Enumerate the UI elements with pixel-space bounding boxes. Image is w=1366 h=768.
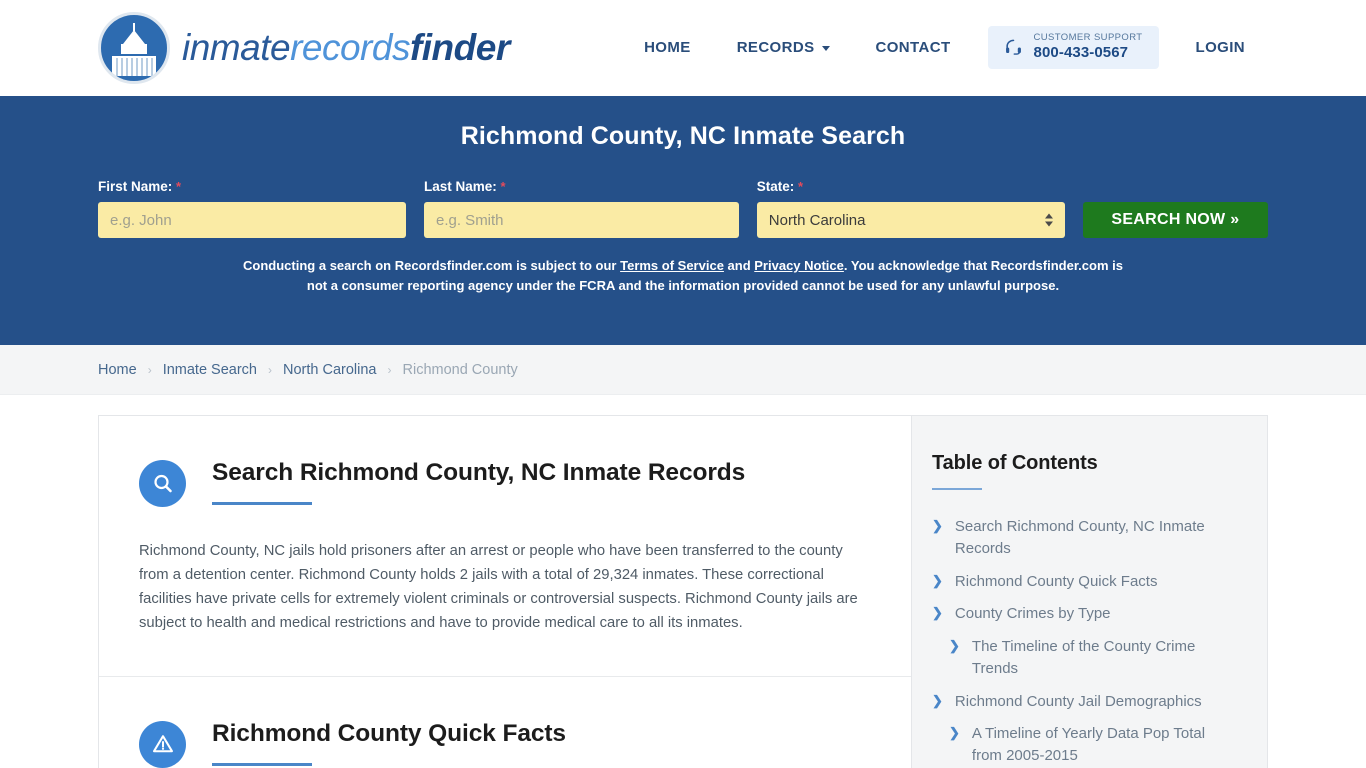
first-name-label: First Name: * <box>98 179 406 194</box>
nav-contact-label: CONTACT <box>875 38 951 56</box>
customer-support-badge[interactable]: CUSTOMER SUPPORT 800-433-0567 <box>987 26 1159 69</box>
last-name-label-text: Last Name: <box>424 179 497 194</box>
toc-list: ❯ Search Richmond County, NC Inmate Reco… <box>932 516 1237 768</box>
search-now-button[interactable]: SEARCH NOW » <box>1082 202 1268 238</box>
section-heading-block: Search Richmond County, NC Inmate Record… <box>212 458 746 506</box>
last-name-input[interactable] <box>424 202 739 238</box>
toc-item-label: County Crimes by Type <box>954 605 1111 623</box>
first-name-field-group: First Name: * <box>98 179 406 238</box>
section-quick-facts: Richmond County Quick Facts <box>99 675 911 768</box>
toc-item-label: Richmond County Quick Facts <box>954 572 1158 590</box>
toc-item-label: Search Richmond County, NC Inmate Record… <box>954 518 1205 557</box>
disclaimer-part-2: and <box>723 258 755 273</box>
chevron-right-icon: ❯ <box>932 692 943 708</box>
logo-text-finder: finder <box>409 26 510 68</box>
breadcrumb-item-inmate-search[interactable]: Inmate Search <box>163 362 257 378</box>
toc-item-quick-facts[interactable]: ❯ Richmond County Quick Facts <box>932 571 1237 593</box>
toc-item-crime-trends-timeline[interactable]: ❯ The Timeline of the County Crime Trend… <box>932 636 1237 680</box>
warning-icon <box>139 720 186 768</box>
toc-title: Table of Contents <box>932 452 1098 474</box>
toc-item-pop-total-timeline[interactable]: ❯ A Timeline of Yearly Data Pop Total fr… <box>932 723 1237 767</box>
toc-item-label: The Timeline of the County Crime Trends <box>971 638 1196 677</box>
title-underline <box>212 763 312 767</box>
state-select-wrapper <box>756 202 1065 238</box>
section-header: Search Richmond County, NC Inmate Record… <box>139 458 871 507</box>
section-title: Search Richmond County, NC Inmate Record… <box>212 459 746 486</box>
last-name-label: Last Name: * <box>424 179 739 194</box>
toc-item-county-crimes-by-type[interactable]: ❯ County Crimes by Type <box>932 603 1237 625</box>
privacy-notice-link[interactable]: Privacy Notice <box>754 258 844 273</box>
state-field-group: State: * <box>756 179 1065 238</box>
search-icon <box>139 460 186 507</box>
capitol-dome-icon <box>98 11 170 84</box>
breadcrumb-bar: Home › Inmate Search › North Carolina › … <box>0 345 1366 395</box>
first-name-input[interactable] <box>98 202 406 238</box>
nav-home[interactable]: HOME <box>621 39 714 56</box>
toc-underline <box>932 488 982 490</box>
toc-item-jail-demographics[interactable]: ❯ Richmond County Jail Demographics <box>932 691 1237 713</box>
chevron-right-icon: ❯ <box>949 725 960 741</box>
nav-contact[interactable]: CONTACT <box>853 39 974 56</box>
support-phone: 800-433-0567 <box>1033 44 1129 62</box>
required-asterisk: * <box>500 179 506 194</box>
nav-records-label: RECORDS <box>736 38 815 56</box>
site-header: inmaterecordsfinder HOME RECORDS CONTACT… <box>0 0 1366 96</box>
breadcrumb-separator-icon: › <box>147 362 152 377</box>
inmate-search-form: First Name: * Last Name: * State: * <box>98 179 1268 238</box>
section-header: Richmond County Quick Facts <box>139 719 871 768</box>
main-navigation: HOME RECORDS CONTACT CUSTOMER SUPPORT 80… <box>621 26 1269 69</box>
state-label-text: State: <box>756 179 795 194</box>
state-select[interactable] <box>756 202 1065 238</box>
search-disclaimer: Conducting a search on Recordsfinder.com… <box>243 256 1123 295</box>
required-asterisk: * <box>798 179 804 194</box>
title-underline <box>212 502 312 506</box>
section-heading-block: Richmond County Quick Facts <box>212 719 566 767</box>
chevron-right-icon: ❯ <box>932 572 943 588</box>
last-name-field-group: Last Name: * <box>424 179 739 238</box>
terms-of-service-link[interactable]: Terms of Service <box>620 258 724 273</box>
nav-records[interactable]: RECORDS <box>714 39 853 56</box>
section-title: Richmond County Quick Facts <box>212 719 566 747</box>
headset-icon <box>1005 39 1021 55</box>
chevron-right-icon: ❯ <box>949 638 960 653</box>
breadcrumb-separator-icon: › <box>387 362 392 377</box>
logo-text-records: records <box>290 26 410 68</box>
section-body-text: Richmond County, NC jails hold prisoners… <box>139 543 858 631</box>
toc-item-label: Richmond County Jail Demographics <box>954 692 1202 710</box>
section-search-records: Search Richmond County, NC Inmate Record… <box>99 416 911 676</box>
nav-home-label: HOME <box>644 38 691 56</box>
toc-item-search-records[interactable]: ❯ Search Richmond County, NC Inmate Reco… <box>932 516 1237 560</box>
breadcrumb-item-richmond-county: Richmond County <box>402 361 518 378</box>
breadcrumb-item-north-carolina[interactable]: North Carolina <box>283 362 377 378</box>
nav-login[interactable]: LOGIN <box>1173 39 1269 56</box>
breadcrumb-separator-icon: › <box>268 362 272 377</box>
chevron-right-icon: ❯ <box>932 605 943 621</box>
hero-search-section: Richmond County, NC Inmate Search First … <box>0 96 1366 345</box>
site-logo[interactable]: inmaterecordsfinder <box>98 11 510 84</box>
state-label: State: * <box>757 179 1065 194</box>
logo-text-inmate: inmate <box>182 26 291 68</box>
required-asterisk: * <box>176 179 182 194</box>
first-name-label-text: First Name: <box>98 179 173 194</box>
content-area: Search Richmond County, NC Inmate Record… <box>0 415 1366 768</box>
nav-login-label: LOGIN <box>1195 38 1245 56</box>
breadcrumb: Home › Inmate Search › North Carolina › … <box>98 362 518 378</box>
chevron-down-icon <box>821 45 830 51</box>
page-title: Richmond County, NC Inmate Search <box>460 122 906 150</box>
table-of-contents: Table of Contents ❯ Search Richmond Coun… <box>911 415 1268 768</box>
breadcrumb-item-home[interactable]: Home <box>98 362 137 378</box>
toc-item-label: A Timeline of Yearly Data Pop Total from… <box>971 725 1206 764</box>
disclaimer-part-1: Conducting a search on Recordsfinder.com… <box>243 258 621 273</box>
main-content-card: Search Richmond County, NC Inmate Record… <box>98 415 911 768</box>
chevron-right-icon: ❯ <box>932 518 943 533</box>
support-caption: CUSTOMER SUPPORT <box>1033 32 1143 44</box>
logo-wordmark: inmaterecordsfinder <box>182 27 510 69</box>
